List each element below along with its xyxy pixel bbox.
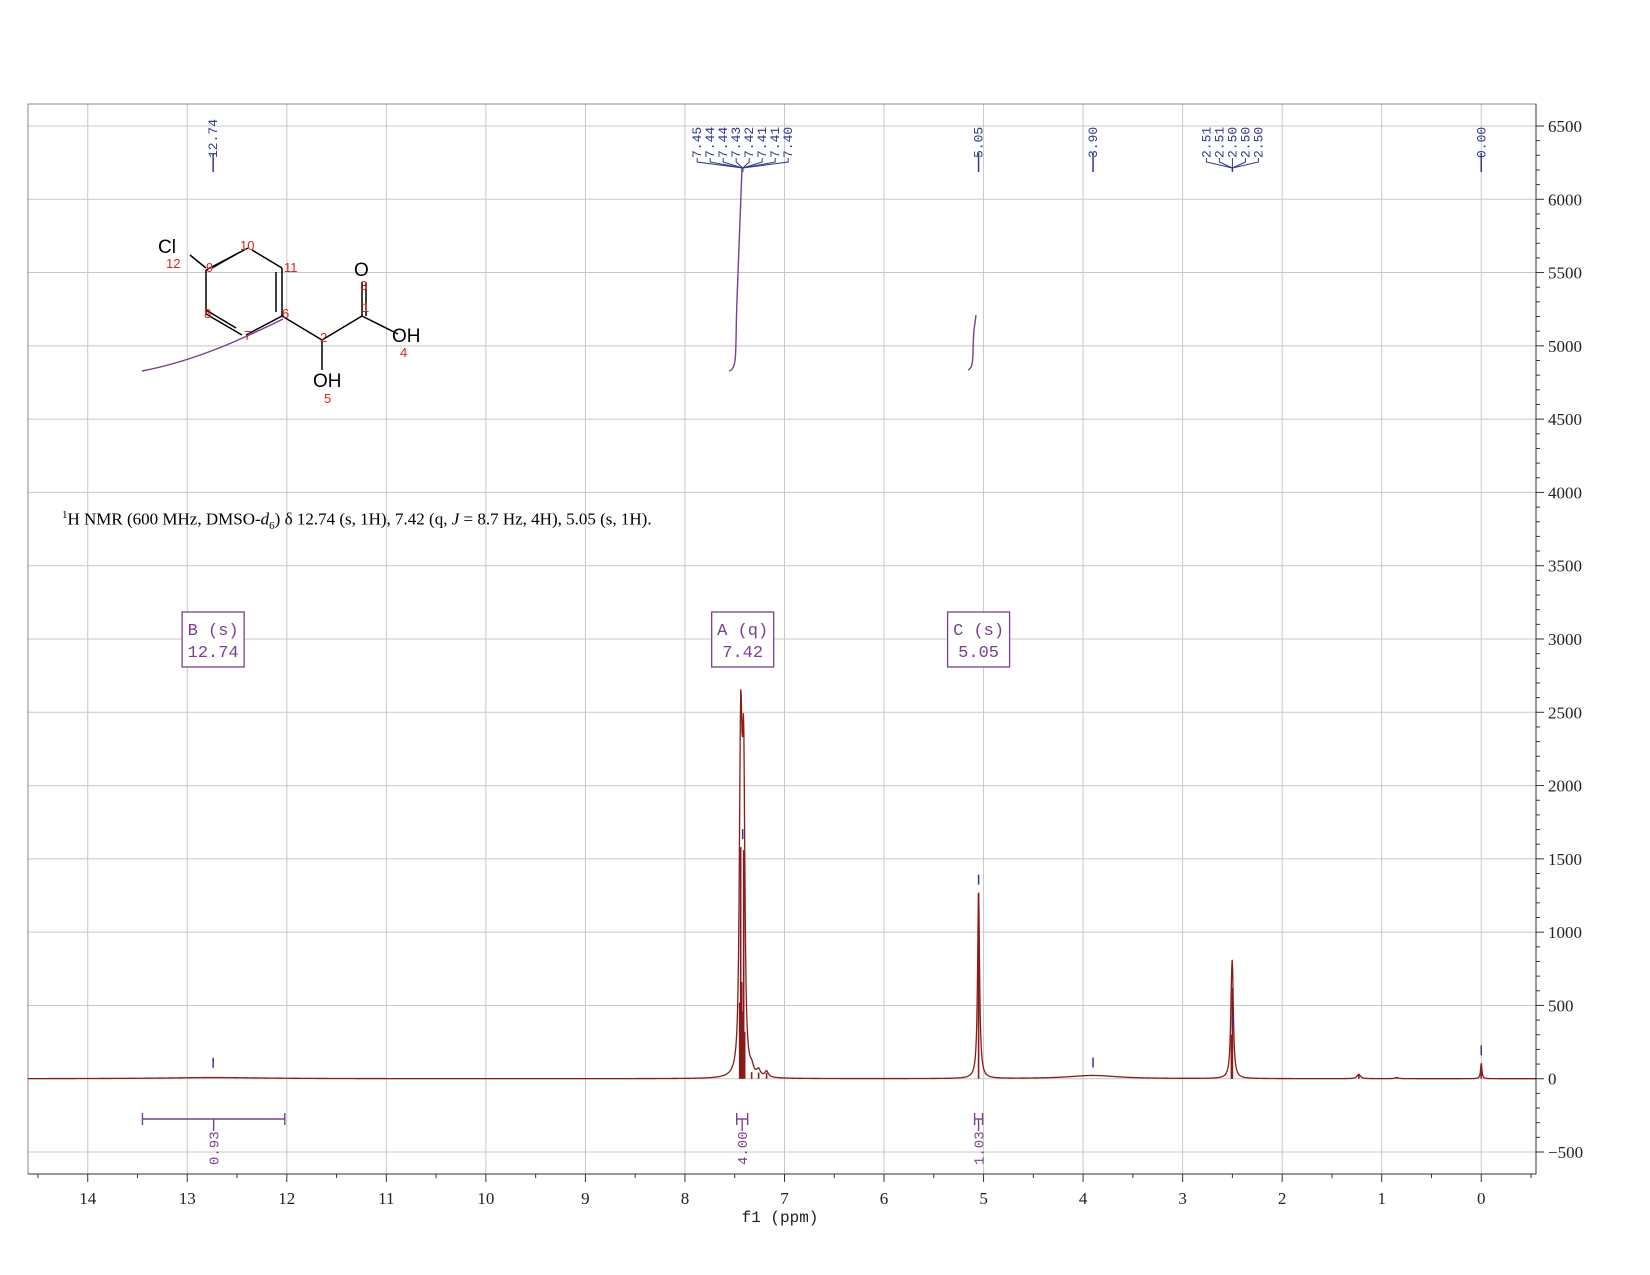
peak-label: 2.50 <box>1251 127 1266 158</box>
atom-number: 10 <box>240 238 254 253</box>
chlorine-label: Cl <box>158 237 176 258</box>
integral-value: 0.93 <box>208 1131 224 1165</box>
integral-value: 1.03 <box>973 1131 989 1165</box>
peak-label: 12.74 <box>206 119 221 158</box>
atom-number: 3 <box>360 278 367 293</box>
alcohol-hydroxyl-label: OH <box>313 371 342 392</box>
multiplet-box: B (s) 12.74 <box>181 611 245 668</box>
y-tick-label: 4500 <box>1548 410 1582 429</box>
x-axis: 14 13 12 11 10 9 8 7 6 5 4 3 2 1 0 <box>28 1173 1536 1208</box>
y-tick-label: 4000 <box>1548 483 1582 502</box>
x-tick-label: 6 <box>880 1189 889 1208</box>
x-tick-label: 13 <box>179 1189 196 1208</box>
y-tick-label: 2000 <box>1548 777 1582 796</box>
peak-label-group: 2.512.512.502.502.50 <box>1199 127 1266 1027</box>
peak-label-group: 5.05 <box>972 127 987 885</box>
integral-curve-7-42 <box>728 167 743 372</box>
y-tick-label: 0 <box>1548 1070 1557 1089</box>
atom-number: 1 <box>362 300 369 315</box>
multiplet-name: C (s) <box>953 622 1004 641</box>
atom-number: 6 <box>282 306 289 321</box>
x-tick-label: 10 <box>477 1189 494 1208</box>
spectrum-layer <box>28 689 1536 1080</box>
y-axis: 6500600055005000450040003500300025002000… <box>1535 104 1583 1174</box>
atom-number: 2 <box>320 330 327 345</box>
acid-hydroxyl-label: OH <box>392 326 421 347</box>
integral-bracket: 1.03 <box>973 1113 989 1165</box>
atom-number: 4 <box>400 345 407 360</box>
y-tick-label: 6500 <box>1548 117 1582 136</box>
x-tick-label: 9 <box>581 1189 590 1208</box>
nmr-spectrum-chart: 12.74 7.457.447.447.437.427.417.417.40 5.0… <box>27 103 1583 1227</box>
y-tick-label: 3500 <box>1548 557 1582 576</box>
peak-label: 7.40 <box>781 127 796 158</box>
x-tick-label: 14 <box>79 1189 97 1208</box>
atom-number: 11 <box>284 260 298 275</box>
y-tick-label: 5500 <box>1548 264 1582 283</box>
atom-number: 12 <box>166 256 180 271</box>
x-axis-title: f1 (ppm) <box>742 1209 819 1227</box>
atom-number: 5 <box>324 391 331 406</box>
multiplet-shift: 5.05 <box>958 644 999 663</box>
integral-brackets: 0.93 4.00 1.03 <box>141 1113 989 1165</box>
atom-number: 8 <box>204 306 211 321</box>
x-tick-label: 11 <box>378 1189 394 1208</box>
y-tick-label: 1500 <box>1548 850 1582 869</box>
x-tick-label: 4 <box>1079 1189 1088 1208</box>
y-tick-label: 6000 <box>1548 190 1582 209</box>
peak-label-groups: 12.74 7.457.447.447.437.427.417.417.40 5.0… <box>206 119 1489 1068</box>
integral-curve-5-05 <box>967 314 977 371</box>
x-tick-label: 12 <box>278 1189 295 1208</box>
multiplet-box: A (q) 7.42 <box>711 611 775 668</box>
multiplet-name: A (q) <box>717 622 768 641</box>
y-tick-label: −500 <box>1548 1143 1583 1162</box>
grid-lines <box>28 104 1536 1174</box>
y-tick-label: 3000 <box>1548 630 1582 649</box>
y-tick-label: 2500 <box>1548 703 1582 722</box>
y-tick-label: 5000 <box>1548 337 1582 356</box>
x-tick-label: 7 <box>780 1189 789 1208</box>
x-tick-label: 8 <box>681 1189 690 1208</box>
x-tick-label: 5 <box>979 1189 988 1208</box>
x-tick-label: 1 <box>1377 1189 1386 1208</box>
multiplet-shift: 12.74 <box>188 644 239 663</box>
peak-label-group: 3.90 <box>1086 127 1101 1068</box>
nmr-summary-text: 1H NMR (600 MHz, DMSO-d6) δ 12.74 (s, 1H… <box>62 509 652 533</box>
integral-bracket: 0.93 <box>141 1113 286 1165</box>
x-tick-label: 3 <box>1178 1189 1187 1208</box>
multiplet-shift: 7.42 <box>722 644 763 663</box>
x-tick-label: 2 <box>1278 1189 1287 1208</box>
atom-number: 9 <box>206 260 213 275</box>
x-tick-label: 0 <box>1477 1189 1486 1208</box>
multiplet-box: C (s) 5.05 <box>946 611 1011 668</box>
y-tick-label: 500 <box>1548 996 1574 1015</box>
y-tick-label: 1000 <box>1548 923 1582 942</box>
integral-value: 4.00 <box>736 1131 752 1165</box>
multiplet-name: B (s) <box>188 622 239 641</box>
integral-bracket: 4.00 <box>736 1113 752 1165</box>
spectrum-line <box>28 689 1536 1080</box>
